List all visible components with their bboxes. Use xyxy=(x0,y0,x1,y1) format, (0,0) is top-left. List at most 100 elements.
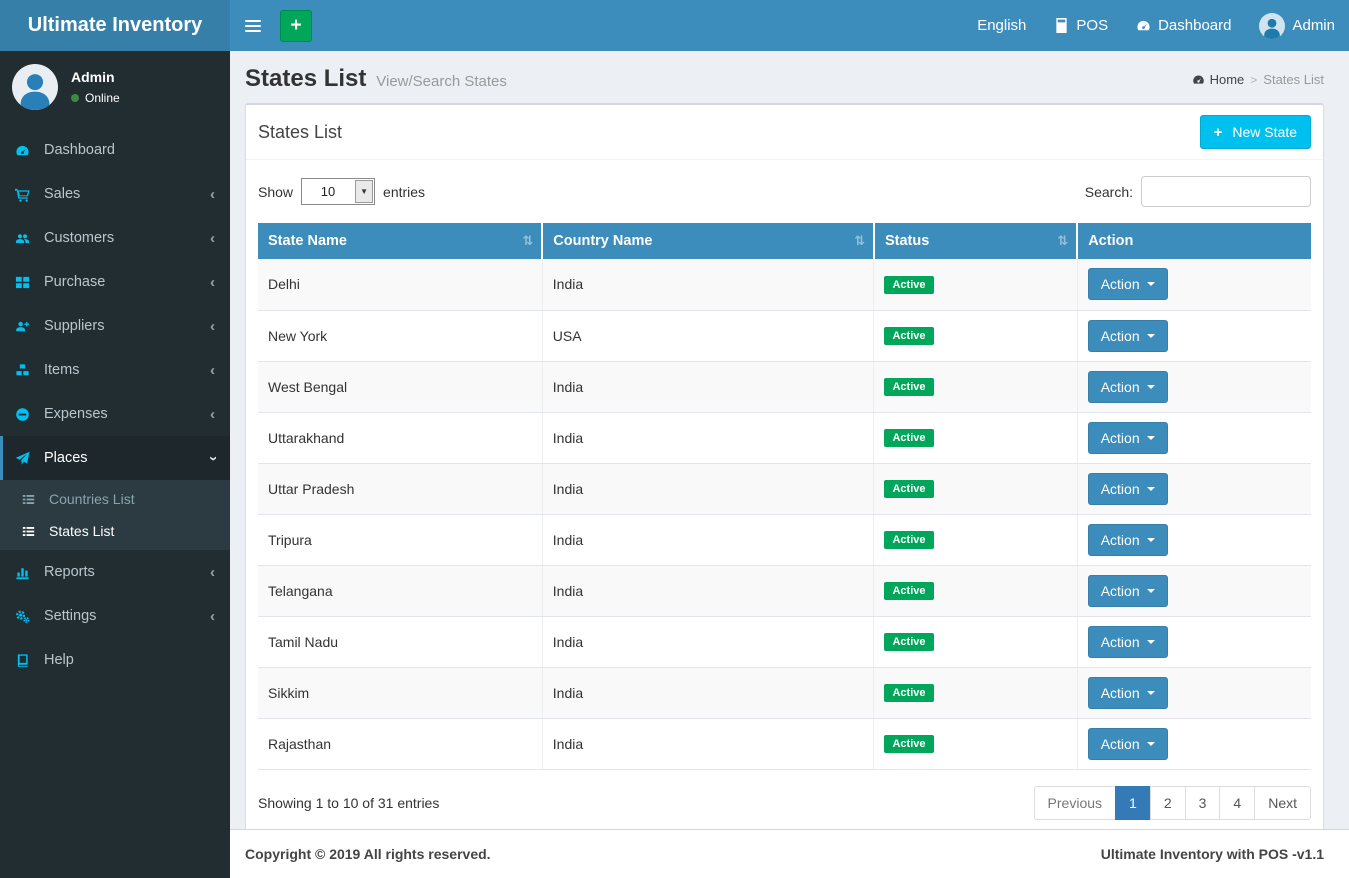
pagination-page-1[interactable]: 1 xyxy=(1115,785,1151,820)
status-badge: Active xyxy=(884,582,934,600)
breadcrumb-current: States List xyxy=(1263,72,1324,87)
cart-icon xyxy=(15,187,33,202)
new-state-button[interactable]: + New State xyxy=(1199,115,1311,149)
caret-down-icon xyxy=(1146,282,1155,287)
nav-user-menu[interactable]: Admin xyxy=(1245,0,1349,51)
status-badge: Active xyxy=(884,684,934,702)
action-dropdown-button[interactable]: Action xyxy=(1087,472,1168,505)
sidebar-item-suppliers[interactable]: Suppliers ‹ xyxy=(0,304,230,348)
sidebar-menu: Dashboard Sales ‹ Customers ‹ Purchase ‹… xyxy=(0,128,230,682)
action-dropdown-button[interactable]: Action xyxy=(1087,319,1168,352)
gears-icon xyxy=(15,609,33,624)
caret-down-icon xyxy=(1146,384,1155,389)
table-row: Tripura India Active Action xyxy=(258,514,1311,566)
list-icon xyxy=(22,493,39,506)
column-header-action[interactable]: Action xyxy=(1077,223,1311,259)
action-dropdown-button[interactable]: Action xyxy=(1087,523,1168,556)
pagination-page-3[interactable]: 3 xyxy=(1184,785,1221,820)
sidebar-item-help[interactable]: Help xyxy=(0,638,230,682)
country-name-cell: India xyxy=(542,565,875,617)
sidebar-user-status[interactable]: Online xyxy=(71,91,120,105)
column-header-country-name[interactable]: Country Name ⇅ xyxy=(542,223,875,259)
sidebar-item-items[interactable]: Items ‹ xyxy=(0,348,230,392)
pagination-page-4[interactable]: 4 xyxy=(1219,785,1256,820)
sidebar-item-dashboard[interactable]: Dashboard xyxy=(0,128,230,172)
action-dropdown-button[interactable]: Action xyxy=(1087,574,1168,607)
pagination-previous[interactable]: Previous xyxy=(1033,785,1117,820)
country-name-cell: India xyxy=(542,361,875,413)
user-avatar-icon xyxy=(12,64,58,110)
action-dropdown-button[interactable]: Action xyxy=(1087,676,1168,709)
caret-down-icon xyxy=(1146,537,1155,542)
country-name-cell: India xyxy=(542,718,875,770)
pagination-next[interactable]: Next xyxy=(1254,785,1311,820)
caret-down-icon xyxy=(1146,690,1155,695)
cubes-icon xyxy=(15,363,33,378)
sort-icon: ⇅ xyxy=(1057,233,1069,248)
tachometer-icon xyxy=(1192,73,1205,86)
table-body: Delhi India Active Action New York USA A… xyxy=(258,259,1311,770)
action-dropdown-button[interactable]: Action xyxy=(1087,421,1168,454)
sidebar-item-states-list[interactable]: States List xyxy=(0,515,230,547)
pagination-page-2[interactable]: 2 xyxy=(1149,785,1186,820)
sidebar-item-countries-list[interactable]: Countries List xyxy=(0,483,230,515)
country-name-cell: India xyxy=(542,667,875,719)
navbar-right: English POS Dashboard Admin xyxy=(963,0,1349,51)
sidebar-item-sales[interactable]: Sales ‹ xyxy=(0,172,230,216)
action-dropdown-button[interactable]: Action xyxy=(1087,370,1168,403)
sort-icon: ⇅ xyxy=(854,233,865,248)
column-header-status[interactable]: Status ⇅ xyxy=(873,223,1079,259)
action-dropdown-button[interactable]: Action xyxy=(1087,727,1168,760)
footer-copyright: Copyright © 2019 All rights reserved. xyxy=(245,846,491,862)
state-name-cell: Telangana xyxy=(258,565,543,617)
action-dropdown-button[interactable]: Action xyxy=(1087,625,1168,658)
sidebar-item-purchase[interactable]: Purchase ‹ xyxy=(0,260,230,304)
page-length-select[interactable]: 10 ▼ xyxy=(301,178,376,205)
status-badge: Active xyxy=(884,378,934,396)
grid-icon xyxy=(15,275,33,290)
sidebar-item-settings[interactable]: Settings ‹ xyxy=(0,594,230,638)
footer-version: Ultimate Inventory with POS -v1.1 xyxy=(1100,846,1324,862)
nav-dashboard[interactable]: Dashboard xyxy=(1122,0,1245,51)
book-icon xyxy=(15,653,33,668)
tachometer-icon xyxy=(15,143,33,158)
state-name-cell: Uttarakhand xyxy=(258,412,543,464)
tachometer-icon xyxy=(1136,18,1151,33)
nav-pos[interactable]: POS xyxy=(1040,0,1122,51)
sidebar-item-customers[interactable]: Customers ‹ xyxy=(0,216,230,260)
online-dot-icon xyxy=(71,94,79,102)
sort-icon: ⇅ xyxy=(522,233,534,248)
sidebar-item-places[interactable]: Places ‹ xyxy=(0,436,230,480)
country-name-cell: India xyxy=(542,259,875,311)
brand-logo[interactable]: Ultimate Inventory xyxy=(0,0,230,51)
user-avatar-icon xyxy=(1259,12,1286,39)
chevron-down-icon: ‹ xyxy=(204,455,221,461)
country-name-cell: India xyxy=(542,514,875,566)
column-header-state-name[interactable]: State Name ⇅ xyxy=(258,223,544,259)
quick-add-button[interactable]: + xyxy=(280,9,312,42)
state-name-cell: Tamil Nadu xyxy=(258,616,543,668)
user-plus-icon xyxy=(15,319,33,334)
search-input[interactable] xyxy=(1141,176,1311,207)
state-name-cell: Uttar Pradesh xyxy=(258,463,543,515)
panel-header: States List + New State xyxy=(246,105,1323,159)
page-title: States List xyxy=(245,65,367,92)
sidebar-item-reports[interactable]: Reports ‹ xyxy=(0,550,230,594)
sidebar: Admin Online Dashboard Sales ‹ Customers… xyxy=(0,51,230,878)
sidebar-item-expenses[interactable]: Expenses ‹ xyxy=(0,392,230,436)
table-row: New York USA Active Action xyxy=(258,310,1311,362)
action-dropdown-button[interactable]: Action xyxy=(1087,268,1168,301)
nav-language[interactable]: English xyxy=(963,0,1040,51)
breadcrumb-home[interactable]: Home xyxy=(1192,72,1244,87)
caret-down-icon xyxy=(1146,333,1155,338)
table-row: Uttar Pradesh India Active Action xyxy=(258,463,1311,515)
table-row: West Bengal India Active Action xyxy=(258,361,1311,413)
search-label: Search: xyxy=(1084,183,1133,200)
show-label: Show xyxy=(258,183,294,200)
table-row: Telangana India Active Action xyxy=(258,565,1311,617)
state-name-cell: Rajasthan xyxy=(258,718,543,770)
main-footer: Copyright © 2019 All rights reserved. Ul… xyxy=(230,829,1349,878)
sidebar-toggle-button[interactable] xyxy=(230,0,276,51)
content-wrapper: States List View/Search States Home > St… xyxy=(230,51,1349,829)
state-name-cell: Sikkim xyxy=(258,667,543,719)
